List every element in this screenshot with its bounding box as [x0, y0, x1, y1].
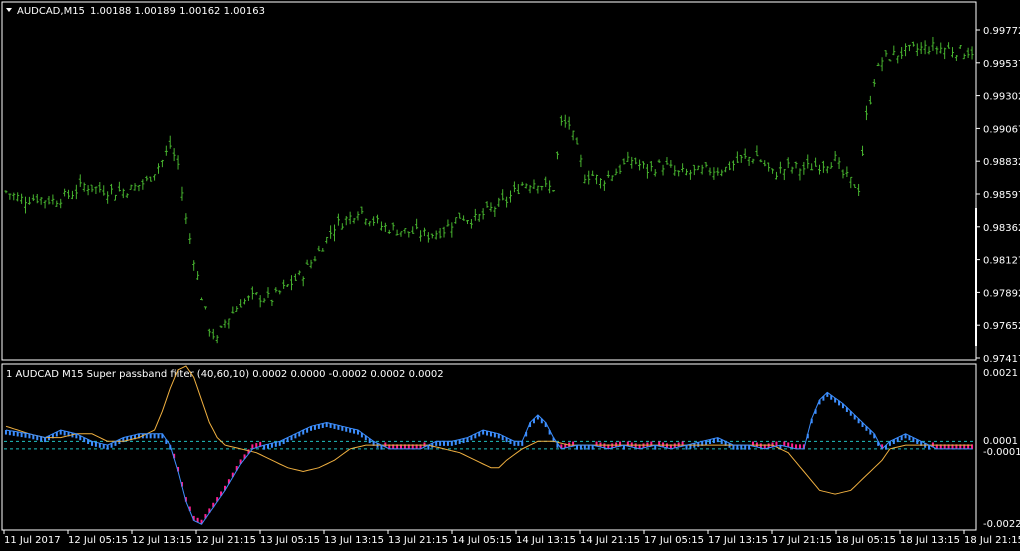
chart-background: [0, 0, 1020, 551]
price-tick-label: 0.97417: [983, 354, 1020, 365]
chart-header-symbol: AUDCAD,M15: [17, 6, 85, 17]
time-tick-label: 17 Jul 05:15: [644, 535, 704, 546]
price-tick-label: 0.98832: [983, 157, 1020, 168]
price-tick-label: 0.99537: [983, 59, 1020, 70]
price-tick-label: 0.99302: [983, 92, 1020, 103]
time-tick-label: 13 Jul 13:15: [324, 535, 384, 546]
time-tick-label: 12 Jul 13:15: [132, 535, 192, 546]
indicator-tick-label: 0.0021: [983, 368, 1018, 379]
time-tick-label: 14 Jul 21:15: [580, 535, 640, 546]
chart-header-ohlc: 1.00188 1.00189 1.00162 1.00163: [90, 6, 265, 17]
time-tick-label: 18 Jul 21:15: [964, 535, 1020, 546]
price-tick-label: 0.98127: [983, 256, 1020, 267]
time-tick-label: 13 Jul 21:15: [388, 535, 448, 546]
time-tick-label: 13 Jul 05:15: [260, 535, 320, 546]
time-tick-label: 11 Jul 2017: [4, 535, 61, 546]
price-tick-label: 0.99067: [983, 124, 1020, 135]
time-tick-label: 18 Jul 13:15: [900, 535, 960, 546]
mt4-chart-window[interactable]: AUDCAD,M15 1.00188 1.00189 1.00162 1.001…: [0, 0, 1020, 551]
indicator-tick-label: -0.0001: [983, 447, 1020, 458]
indicator-tick-label: 0.0001: [983, 436, 1018, 447]
indicator-tick-label: -0.0022: [983, 519, 1020, 530]
price-tick-label: 0.97652: [983, 321, 1020, 332]
time-tick-label: 18 Jul 05:15: [836, 535, 896, 546]
time-tick-label: 12 Jul 05:15: [68, 535, 128, 546]
time-tick-label: 17 Jul 13:15: [708, 535, 768, 546]
time-tick-label: 14 Jul 13:15: [516, 535, 576, 546]
price-tick-label: 0.98597: [983, 190, 1020, 201]
price-tick-label: 0.99772: [983, 26, 1020, 37]
indicator-title: 1 AUDCAD M15 Super passband filter (40,6…: [6, 369, 444, 380]
time-tick-label: 17 Jul 21:15: [772, 535, 832, 546]
price-tick-label: 0.98362: [983, 223, 1020, 234]
time-tick-label: 14 Jul 05:15: [452, 535, 512, 546]
time-tick-label: 12 Jul 21:15: [196, 535, 256, 546]
price-tick-label: 0.97892: [983, 288, 1020, 299]
